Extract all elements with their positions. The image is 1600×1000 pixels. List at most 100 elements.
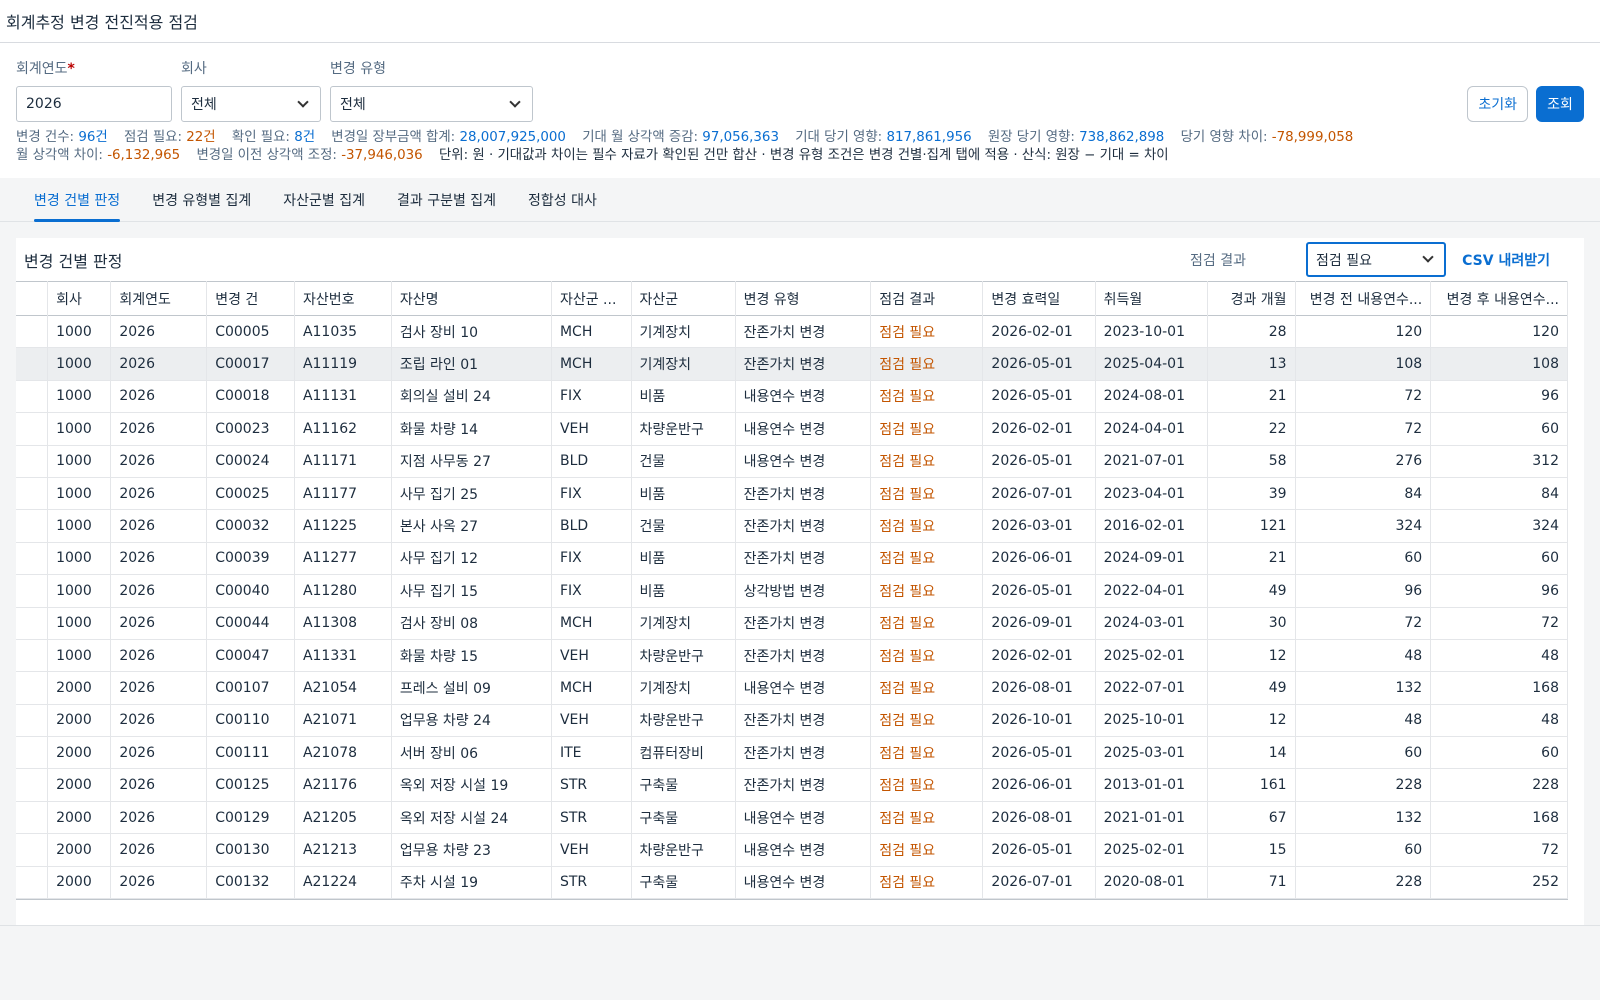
table-cell: 2026-02-01 <box>982 412 1096 446</box>
table-row[interactable]: 1000 2026 C00039 A11277 사무 집기 12 FIX 비품 잔존가치 변경… <box>16 542 1568 575</box>
row-selector[interactable] <box>16 704 49 737</box>
status-cell: 점검 필요 <box>870 866 984 899</box>
company-select[interactable]: 전체 <box>181 86 321 122</box>
row-selector[interactable] <box>16 833 49 867</box>
table-cell: 13 <box>1207 347 1296 381</box>
table-cell: C00132 <box>206 866 295 899</box>
column-header[interactable]: 변경 효력일 <box>982 281 1096 316</box>
expected-impact: 817,861,956 <box>886 130 972 145</box>
row-selector[interactable] <box>16 671 49 705</box>
column-header[interactable]: 변경 건 <box>206 281 295 316</box>
table-cell: 2021-01-01 <box>1095 801 1208 834</box>
change-type-label: 변경 유형 <box>330 61 386 77</box>
table-cell: 2024-09-01 <box>1095 542 1208 575</box>
table-row[interactable]: 1000 2026 C00005 A11035 검사 장비 10 MCH 기계장치 잔존가치 … <box>16 315 1568 348</box>
table-cell: 2016-02-01 <box>1095 509 1208 543</box>
result-filter-label: 점검 결과 <box>1190 253 1246 269</box>
column-header[interactable]: 변경 후 내용연수... <box>1430 281 1568 316</box>
column-header[interactable]: 자산군 <box>631 281 736 316</box>
table-cell: 2021-07-01 <box>1095 445 1208 478</box>
table-cell: 72 <box>1430 833 1568 867</box>
row-selector[interactable] <box>16 412 49 446</box>
tab-result-summary[interactable]: 결과 구분별 집계 <box>381 178 512 222</box>
column-header[interactable]: 경과 개월 <box>1207 281 1296 316</box>
table-cell: VEH <box>551 412 632 446</box>
table-cell: 2026 <box>110 768 208 802</box>
row-selector[interactable] <box>16 509 49 543</box>
row-selector[interactable] <box>16 315 49 348</box>
table-cell: 96 <box>1295 574 1432 608</box>
table-row[interactable]: 2000 2026 C00107 A21054 프레스 설비 09 MCH 기계장치 내용연수… <box>16 671 1568 705</box>
table-cell: STR <box>551 866 632 899</box>
row-selector[interactable] <box>16 801 49 834</box>
table-cell: 2026 <box>110 477 208 510</box>
status-cell: 점검 필요 <box>870 445 984 478</box>
table-row[interactable]: 1000 2026 C00025 A11177 사무 집기 25 FIX 비품 잔존가치 변경… <box>16 477 1568 510</box>
column-header[interactable]: 자산군 ... <box>551 281 632 316</box>
table-row[interactable]: 1000 2026 C00018 A11131 회의실 설비 24 FIX 비품 내용연수 변… <box>16 380 1568 413</box>
year-input[interactable]: 2026 <box>16 86 172 122</box>
table-cell: 28 <box>1207 315 1296 348</box>
row-selector[interactable] <box>16 542 49 575</box>
table-row[interactable]: 2000 2026 C00111 A21078 서버 장비 06 ITE 컴퓨터장비 잔존가치… <box>16 736 1568 769</box>
table-cell: 108 <box>1430 347 1568 381</box>
table-cell: 잔존가치 변경 <box>735 347 872 381</box>
column-header[interactable]: 자산명 <box>391 281 552 316</box>
column-header[interactable]: 취득월 <box>1095 281 1208 316</box>
change-type-select[interactable]: 전체 <box>330 86 533 122</box>
table-cell: A21224 <box>294 866 392 899</box>
table-cell: 건물 <box>631 445 736 478</box>
row-selector[interactable] <box>16 574 49 608</box>
table-row[interactable]: 1000 2026 C00044 A11308 검사 장비 08 MCH 기계장치 잔존가치 … <box>16 607 1568 640</box>
table-row[interactable]: 2000 2026 C00130 A21213 업무용 차량 23 VEH 차량운반구 내용연… <box>16 833 1568 867</box>
row-selector[interactable] <box>16 607 49 640</box>
row-selector[interactable] <box>16 639 49 672</box>
table-row[interactable]: 2000 2026 C00110 A21071 업무용 차량 24 VEH 차량운반구 잔존가… <box>16 704 1568 737</box>
table-row[interactable]: 2000 2026 C00132 A21224 주차 시설 19 STR 구축물 내용연수 변… <box>16 866 1568 899</box>
table-row[interactable]: 2000 2026 C00129 A21205 옥외 저장 시설 24 STR 구축물 내용연… <box>16 801 1568 834</box>
tab-type-summary[interactable]: 변경 유형별 집계 <box>136 178 267 222</box>
table-row[interactable]: 1000 2026 C00032 A11225 본사 사옥 27 BLD 건물 잔존가치 변경… <box>16 509 1568 543</box>
table-cell: 48 <box>1430 639 1568 672</box>
table-cell: 168 <box>1430 801 1568 834</box>
table-cell: 2026 <box>110 574 208 608</box>
tab-case-judgment[interactable]: 변경 건별 판정 <box>18 178 136 222</box>
table-row[interactable]: 1000 2026 C00040 A11280 사무 집기 15 FIX 비품 상각방법 변경… <box>16 574 1568 608</box>
column-header[interactable]: 점검 결과 <box>870 281 984 316</box>
table-cell: 2026-03-01 <box>982 509 1096 543</box>
table-cell: 기계장치 <box>631 607 736 640</box>
tab-asset-class-summary[interactable]: 자산군별 집계 <box>267 178 381 222</box>
column-header[interactable]: 변경 유형 <box>735 281 872 316</box>
status-cell: 점검 필요 <box>870 542 984 575</box>
result-filter-select[interactable]: 점검 필요 <box>1306 242 1446 277</box>
row-selector[interactable] <box>16 445 49 478</box>
column-header[interactable]: 변경 전 내용연수... <box>1295 281 1432 316</box>
table-row[interactable]: 2000 2026 C00125 A21176 옥외 저장 시설 19 STR 구축물 잔존가… <box>16 768 1568 802</box>
row-selector[interactable] <box>16 380 49 413</box>
column-header[interactable]: 회계연도 <box>110 281 208 316</box>
search-button[interactable]: 조회 <box>1536 86 1584 122</box>
table-cell: 324 <box>1430 509 1568 543</box>
row-selector[interactable] <box>16 736 49 769</box>
table-cell: VEH <box>551 704 632 737</box>
table-cell: VEH <box>551 639 632 672</box>
row-selector[interactable] <box>16 477 49 510</box>
row-selector[interactable] <box>16 768 49 802</box>
reset-button[interactable]: 초기화 <box>1467 86 1528 122</box>
row-selector-header[interactable] <box>16 281 49 316</box>
table-row[interactable]: 1000 2026 C00047 A11331 화물 차량 15 VEH 차량운반구 잔존가치… <box>16 639 1568 672</box>
table-cell: 사무 집기 25 <box>391 477 552 510</box>
table-cell: 옥외 저장 시설 19 <box>391 768 552 802</box>
csv-download-link[interactable]: CSV 내려받기 <box>1462 250 1550 270</box>
table-cell: 2026-05-01 <box>982 574 1096 608</box>
table-row[interactable]: 1000 2026 C00023 A11162 화물 차량 14 VEH 차량운반구 내용연수… <box>16 412 1568 446</box>
table-row[interactable]: 1000 2026 C00024 A11171 지점 사무동 27 BLD 건물 내용연수 변… <box>16 445 1568 478</box>
tab-reconciliation[interactable]: 정합성 대사 <box>512 178 613 222</box>
table-row[interactable]: 1000 2026 C00017 A11119 조립 라인 01 MCH 기계장치 잔존가치 … <box>16 347 1568 381</box>
row-selector[interactable] <box>16 866 49 899</box>
row-selector[interactable] <box>16 347 49 381</box>
column-header[interactable]: 회사 <box>47 281 112 316</box>
table-cell: 84 <box>1430 477 1568 510</box>
table-cell: 168 <box>1430 671 1568 705</box>
column-header[interactable]: 자산번호 <box>294 281 392 316</box>
